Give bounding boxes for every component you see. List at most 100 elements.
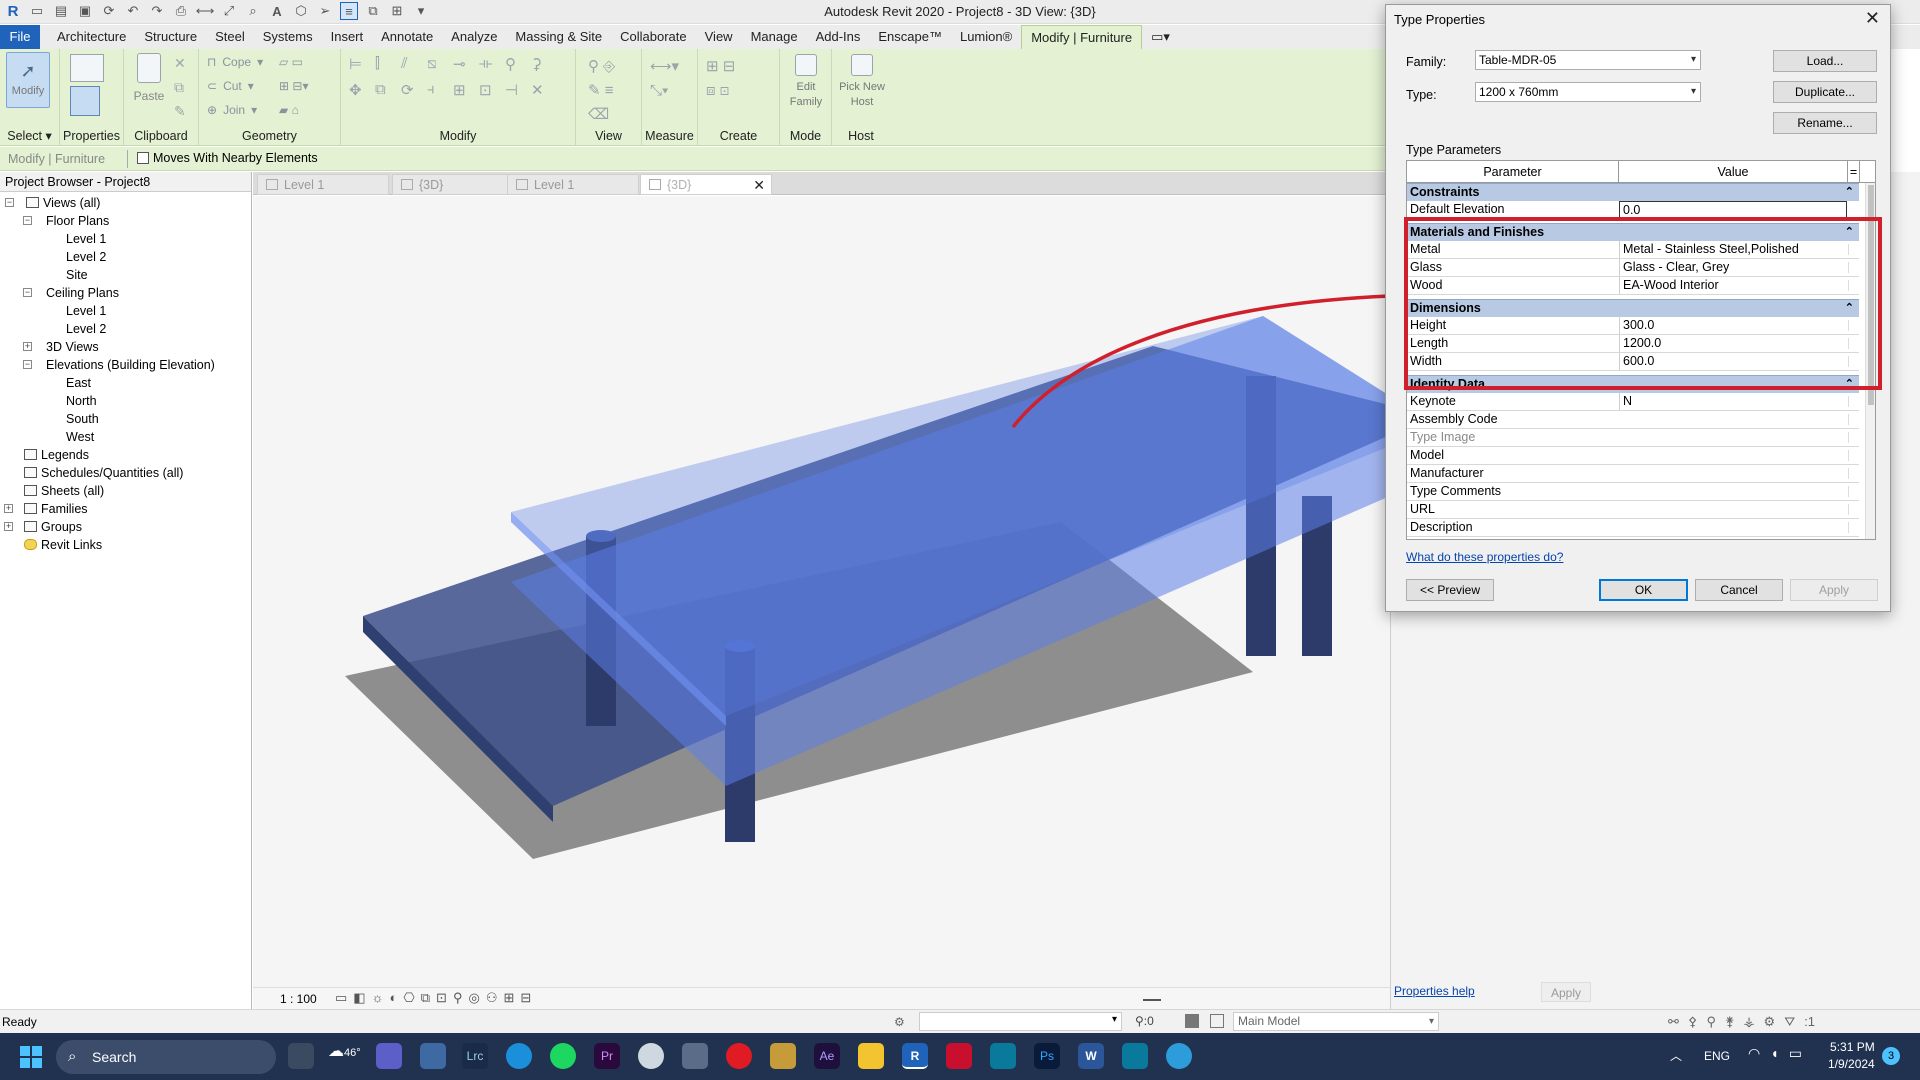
param-row[interactable]: URL	[1407, 501, 1859, 519]
create-parts-icon[interactable]: ⊟	[723, 58, 736, 75]
col-value[interactable]: Value	[1619, 161, 1848, 183]
drawing-area[interactable]	[253, 196, 1390, 996]
param-value[interactable]: N	[1619, 393, 1847, 410]
revit-taskbar-icon[interactable]: R	[902, 1043, 928, 1069]
tab-analyze[interactable]: Analyze	[442, 25, 506, 49]
horizontal-scroll-thumb[interactable]	[1143, 999, 1161, 1001]
temp-hide-icon[interactable]: ◎	[468, 990, 479, 1006]
3dsmax-icon[interactable]	[990, 1043, 1016, 1069]
param-row[interactable]: Keynote N	[1407, 393, 1859, 411]
unpin-icon[interactable]: ⚳	[531, 55, 557, 73]
windows-start-icon[interactable]	[20, 1046, 42, 1068]
tree-views-all[interactable]: − Views (all)	[0, 194, 251, 212]
reveal-hidden-icon[interactable]: ⚇	[486, 990, 498, 1006]
measure-between-icon[interactable]: ⟷▾	[650, 58, 679, 75]
crop-region-icon[interactable]: ⊡	[436, 990, 447, 1006]
teams-icon[interactable]	[376, 1043, 402, 1069]
tree-sheets[interactable]: Sheets (all)	[0, 482, 251, 500]
view-tab-level1-b[interactable]: Level 1	[507, 174, 639, 195]
main-model-combo[interactable]: Main Model ▾	[1233, 1012, 1439, 1031]
param-row[interactable]: Type Image	[1407, 429, 1859, 447]
taskbar-search[interactable]: ⌕ Search	[56, 1040, 276, 1074]
wifi-icon[interactable]: ◠	[1748, 1045, 1760, 1062]
properties-apply-button[interactable]: Apply	[1541, 982, 1591, 1002]
tree-east[interactable]: East	[0, 374, 251, 392]
override-icon[interactable]: ⎆	[603, 58, 615, 75]
render-icon[interactable]: ⎔	[403, 990, 414, 1006]
tree-ceiling-level2[interactable]: Level 2	[0, 320, 251, 338]
language-indicator[interactable]: ENG	[1704, 1049, 1730, 1063]
apply-button[interactable]: Apply	[1790, 579, 1878, 601]
photos-icon[interactable]	[420, 1043, 446, 1069]
tab-annotate[interactable]: Annotate	[372, 25, 442, 49]
browse-icon[interactable]	[1848, 432, 1856, 443]
analytical-icon[interactable]: ⊟	[520, 990, 531, 1006]
param-row[interactable]: Type Comments	[1407, 483, 1859, 501]
cope-button[interactable]: ⊓ Cope ▾	[207, 55, 263, 69]
view-tab-level1[interactable]: Level 1	[257, 174, 389, 195]
opera-icon[interactable]	[726, 1043, 752, 1069]
ribbon-options-icon[interactable]: ▭▾	[1142, 25, 1179, 49]
rename-button[interactable]: Rename...	[1773, 112, 1877, 134]
browse-icon[interactable]	[1848, 468, 1856, 479]
tray-chevron-icon[interactable]: ︿	[1670, 1047, 1682, 1064]
tab-add-ins[interactable]: Add-Ins	[807, 25, 870, 49]
eraser-icon[interactable]: ⌫	[588, 106, 609, 123]
panel-select-label[interactable]: Select ▾	[0, 128, 59, 143]
tab-structure[interactable]: Structure	[135, 25, 206, 49]
edit-family-button[interactable]: Edit Family	[784, 52, 828, 108]
edge-icon[interactable]	[506, 1043, 532, 1069]
tree-site[interactable]: Site	[0, 266, 251, 284]
tree-north[interactable]: North	[0, 392, 251, 410]
shadows-icon[interactable]: ◐	[390, 990, 398, 1006]
create-assembly-icon[interactable]: ⊞	[706, 58, 719, 75]
mirror-draw-icon[interactable]: ⧅	[427, 55, 453, 73]
select-underlay-icon[interactable]: ⚴	[1688, 1014, 1698, 1030]
premiere-icon[interactable]: Pr	[594, 1043, 620, 1069]
scale-icon[interactable]: ⊡	[479, 81, 505, 99]
load-button[interactable]: Load...	[1773, 50, 1877, 72]
split-gap-icon[interactable]: ⟛	[479, 55, 505, 73]
similar-icon[interactable]: ⊡	[720, 82, 730, 99]
paste-button[interactable]: Paste	[132, 53, 166, 103]
type-properties-icon[interactable]	[70, 54, 104, 82]
drag-elements-icon[interactable]: ⚶	[1744, 1014, 1755, 1030]
tree-revit-links[interactable]: Revit Links	[0, 536, 251, 554]
3dsmax-2-icon[interactable]	[1122, 1043, 1148, 1069]
collapse-icon[interactable]: ⌃	[1845, 184, 1854, 201]
delete-icon[interactable]: ✕	[531, 81, 557, 99]
aligned-dim-icon[interactable]: ⤡▾	[650, 82, 668, 99]
join-button[interactable]: ⊕ Join ▾	[207, 103, 257, 117]
file-explorer-icon[interactable]	[858, 1043, 884, 1069]
moves-with-nearby-option[interactable]: Moves With Nearby Elements	[137, 151, 318, 165]
properties-help-link[interactable]: Properties help	[1394, 984, 1475, 998]
spotify-icon[interactable]	[550, 1043, 576, 1069]
tab-architecture[interactable]: Architecture	[48, 25, 135, 49]
offset-icon[interactable]: ⫿	[375, 55, 401, 73]
tree-south[interactable]: South	[0, 410, 251, 428]
3d-viewport[interactable]	[253, 196, 1390, 996]
task-view-icon[interactable]	[288, 1043, 314, 1069]
cancel-button[interactable]: Cancel	[1695, 579, 1783, 601]
tree-floor-plans[interactable]: − Floor Plans	[0, 212, 251, 230]
properties-icon[interactable]	[70, 86, 100, 116]
trim-single-icon[interactable]: ⊣	[505, 81, 531, 99]
type-combo[interactable]: 1200 x 760mm ▾	[1475, 82, 1701, 102]
autocad-icon[interactable]	[946, 1043, 972, 1069]
tree-groups[interactable]: + Groups	[0, 518, 251, 536]
tab-enscape[interactable]: Enscape™	[869, 25, 951, 49]
wall-joins-icon[interactable]: ⊞ ⊟▾	[279, 79, 308, 93]
group-constraints[interactable]: Constraints ⌃	[1407, 183, 1859, 201]
pin-icon[interactable]: ⚲	[505, 55, 531, 73]
worksets-icon[interactable]: ⚙	[894, 1015, 905, 1029]
tree-3d-views[interactable]: +3D Views	[0, 338, 251, 356]
select-pinned-icon[interactable]: ⚲	[1706, 1014, 1716, 1030]
tab-view[interactable]: View	[696, 25, 742, 49]
detail-level-icon[interactable]: ▭	[335, 990, 347, 1006]
hide-icon[interactable]: ⚲	[588, 58, 599, 75]
browse-icon[interactable]	[1848, 450, 1856, 461]
trim-icon[interactable]: ⫞	[427, 81, 453, 99]
rotate-icon[interactable]: ⟳	[401, 81, 427, 99]
mirror-axis-icon[interactable]: ⫽	[401, 55, 427, 73]
browse-icon[interactable]	[1848, 522, 1856, 533]
